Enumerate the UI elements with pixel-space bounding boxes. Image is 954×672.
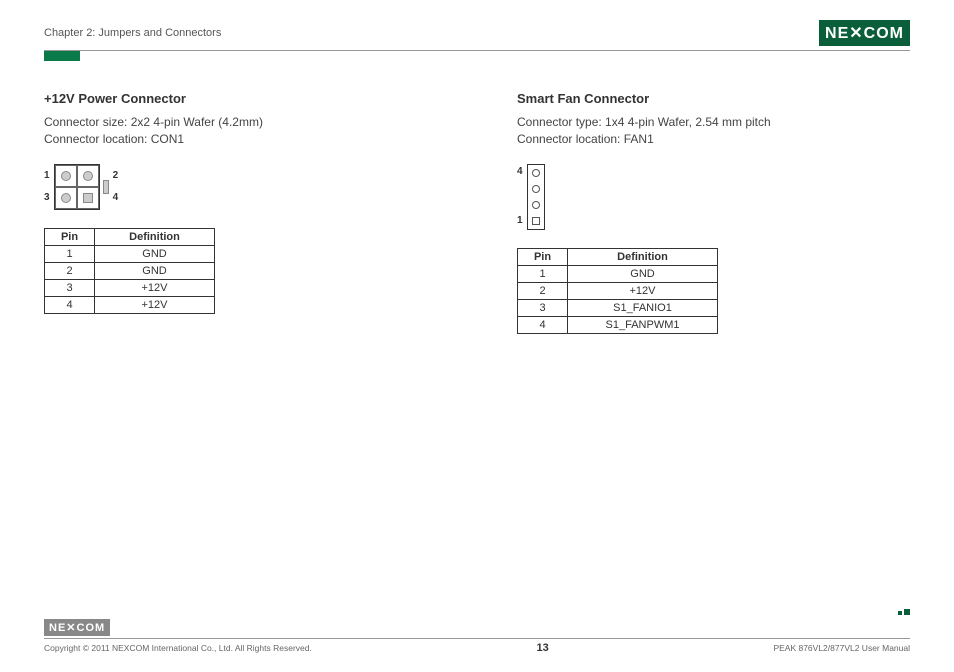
pin-cell [55, 165, 77, 187]
table-row: 2GND [45, 262, 215, 279]
pin-label-4: 4 [517, 166, 523, 177]
page-number: 13 [537, 642, 549, 654]
cell-pin: 4 [518, 316, 568, 333]
pin-icon [61, 171, 71, 181]
fan-connector-desc: Connector type: 1x4 4-pin Wafer, 2.54 mm… [517, 114, 910, 148]
pin-icon-keyed [83, 193, 93, 203]
table-row: 2+12V [518, 282, 718, 299]
cell-def: S1_FANIO1 [568, 299, 718, 316]
power-connector-diagram: 1 3 2 4 [44, 164, 437, 210]
fan-pin-table: Pin Definition 1GND 2+12V 3S1_FANIO1 4S1… [517, 248, 718, 334]
pin-label-4: 4 [113, 192, 119, 203]
cell-def: +12V [95, 279, 215, 296]
cell-pin: 4 [45, 296, 95, 313]
page-header: Chapter 2: Jumpers and Connectors NE✕COM [44, 20, 910, 51]
pin-icon [532, 185, 540, 193]
fan-type-line: Connector type: 1x4 4-pin Wafer, 2.54 mm… [517, 114, 910, 131]
diagram-labels-left: 1 3 [44, 165, 50, 209]
pin-cell [528, 165, 544, 181]
pin-icon [532, 201, 540, 209]
cell-pin: 1 [45, 245, 95, 262]
footer-info-line: Copyright © 2011 NEXCOM International Co… [44, 638, 910, 654]
content-area: +12V Power Connector Connector size: 2x2… [44, 91, 910, 334]
chapter-title: Chapter 2: Jumpers and Connectors [44, 27, 221, 39]
table-row: 3S1_FANIO1 [518, 299, 718, 316]
cell-pin: 2 [518, 282, 568, 299]
fan-connector-diagram: 4 1 [517, 164, 910, 230]
cell-pin: 3 [518, 299, 568, 316]
table-row: 1GND [45, 245, 215, 262]
table-header-definition: Definition [95, 228, 215, 245]
pin-icon [532, 169, 540, 177]
pin-label-3: 3 [44, 192, 50, 203]
pin-cell [528, 181, 544, 197]
connector-1x4-column [527, 164, 545, 230]
pin-cell [528, 213, 544, 229]
pin-icon [83, 171, 93, 181]
cell-pin: 3 [45, 279, 95, 296]
footer-decoration-icon [898, 609, 910, 615]
power-size-line: Connector size: 2x2 4-pin Wafer (4.2mm) [44, 114, 437, 131]
power-connector-title: +12V Power Connector [44, 91, 437, 106]
fan-location-line: Connector location: FAN1 [517, 131, 910, 148]
fan-connector-title: Smart Fan Connector [517, 91, 910, 106]
power-pin-table: Pin Definition 1GND 2GND 3+12V 4+12V [44, 228, 215, 314]
power-location-line: Connector location: CON1 [44, 131, 437, 148]
page-footer: NE✕COM Copyright © 2011 NEXCOM Internati… [44, 619, 910, 654]
table-row: 4S1_FANPWM1 [518, 316, 718, 333]
pin-cell [55, 187, 77, 209]
table-header-definition: Definition [568, 248, 718, 265]
connector-2x2-grid [54, 164, 100, 210]
table-header-pin: Pin [45, 228, 95, 245]
table-row: 4+12V [45, 296, 215, 313]
power-connector-desc: Connector size: 2x2 4-pin Wafer (4.2mm) … [44, 114, 437, 148]
table-row: 1GND [518, 265, 718, 282]
footer-nexcom-logo: NE✕COM [44, 619, 110, 636]
header-accent-tab [44, 51, 80, 61]
pin-label-1: 1 [44, 170, 50, 181]
pin-cell [77, 165, 99, 187]
pin-label-1: 1 [517, 215, 523, 226]
pin-cell [77, 187, 99, 209]
cell-def: +12V [568, 282, 718, 299]
cell-def: GND [95, 262, 215, 279]
nexcom-logo: NE✕COM [819, 20, 910, 46]
cell-def: GND [95, 245, 215, 262]
cell-def: GND [568, 265, 718, 282]
diagram-labels-1x4: 4 1 [517, 164, 523, 228]
power-connector-section: +12V Power Connector Connector size: 2x2… [44, 91, 437, 334]
connector-notch-icon [103, 180, 109, 194]
manual-name: PEAK 876VL2/877VL2 User Manual [773, 643, 910, 653]
diagram-labels-right: 2 4 [113, 165, 119, 209]
pin-label-2: 2 [113, 170, 119, 181]
cell-def: S1_FANPWM1 [568, 316, 718, 333]
table-row: 3+12V [45, 279, 215, 296]
copyright-text: Copyright © 2011 NEXCOM International Co… [44, 643, 312, 653]
fan-connector-section: Smart Fan Connector Connector type: 1x4 … [517, 91, 910, 334]
cell-pin: 2 [45, 262, 95, 279]
table-header-pin: Pin [518, 248, 568, 265]
cell-def: +12V [95, 296, 215, 313]
pin-icon [61, 193, 71, 203]
pin-cell [528, 197, 544, 213]
cell-pin: 1 [518, 265, 568, 282]
pin-icon-keyed [532, 217, 540, 225]
